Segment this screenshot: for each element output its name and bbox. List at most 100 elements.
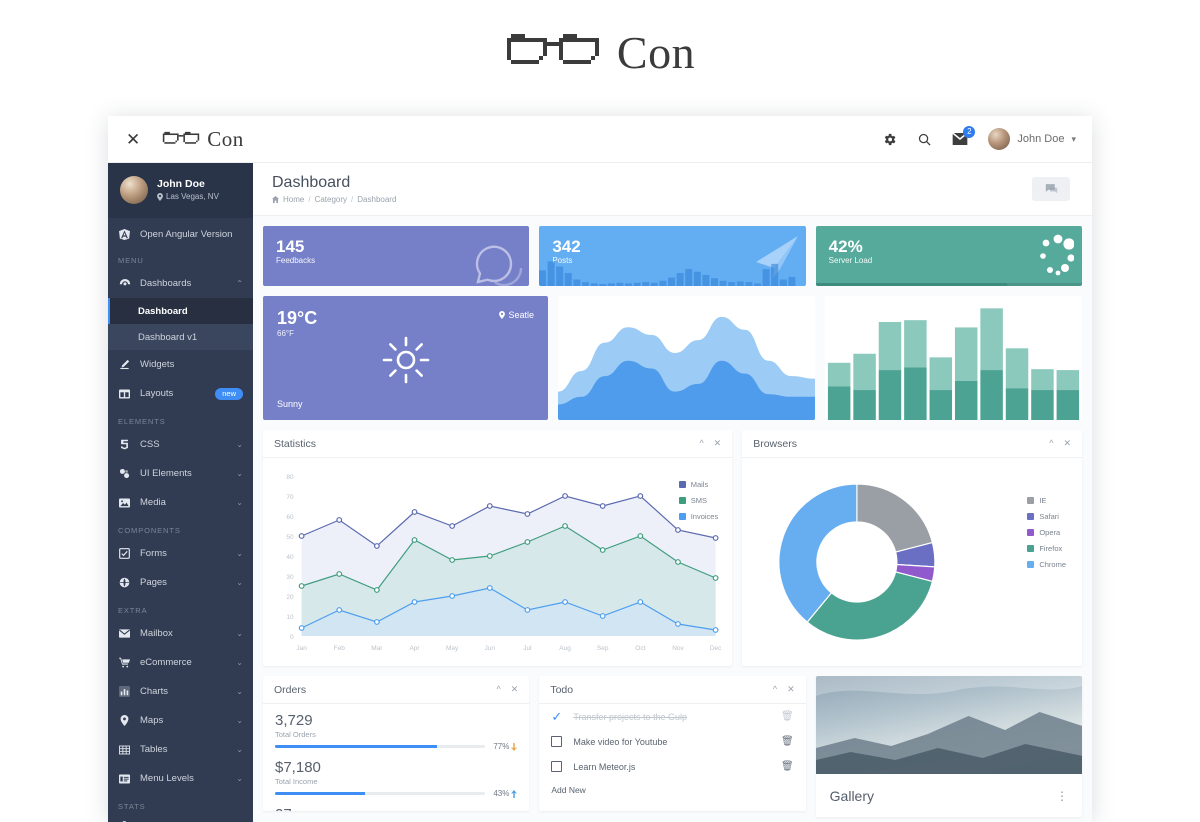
add-new-todo-button[interactable]: Add New	[539, 779, 805, 801]
map-pin-icon	[157, 193, 163, 201]
sidebar-item-ui-elements[interactable]: UI Elements ⌄	[108, 459, 253, 488]
sidebar-item-ecommerce[interactable]: eCommerce ⌄	[108, 648, 253, 677]
chevron-down-icon[interactable]: ⌄	[236, 549, 243, 558]
breadcrumb-current: Dashboard	[357, 195, 396, 204]
sidebar-item-media[interactable]: Media ⌄	[108, 488, 253, 517]
sidebar-item-css[interactable]: CSS ⌄	[108, 430, 253, 459]
svg-text:30: 30	[286, 574, 294, 581]
user-menu[interactable]: John Doe ▾	[988, 128, 1076, 150]
chevron-down-icon[interactable]: ⌄	[236, 745, 243, 754]
mailbox-icon	[118, 629, 131, 638]
gear-icon[interactable]	[882, 132, 897, 147]
chevron-down-icon[interactable]: ⌄	[236, 578, 243, 587]
trash-icon[interactable]: 🗑	[781, 736, 794, 747]
sidebar-item-label: Pages	[140, 577, 227, 588]
orders-progress-line: 43%	[275, 789, 517, 798]
checkbox-icon[interactable]	[551, 761, 562, 772]
svg-text:Nov: Nov	[672, 645, 684, 652]
page-brand: Con	[0, 0, 1200, 104]
close-icon[interactable]: ✕	[1063, 438, 1071, 449]
sidebar-item-pages[interactable]: Pages ⌄	[108, 568, 253, 597]
chevron-down-icon[interactable]: ⌄	[236, 716, 243, 725]
trash-icon[interactable]: 🗑	[781, 711, 794, 722]
chevron-down-icon[interactable]: ⌄	[236, 774, 243, 783]
pixel-glasses-icon	[162, 131, 200, 147]
breadcrumb-category[interactable]: Category	[315, 195, 347, 204]
weather-temp-c: 19°C	[277, 308, 534, 329]
sidebar-item-widgets[interactable]: Widgets	[108, 350, 253, 379]
legend-label: Safari	[1039, 512, 1059, 521]
legend-item: IE	[1027, 496, 1066, 505]
sidebar-item-dashboard-v1[interactable]: Dashboard v1	[108, 324, 253, 350]
angular-icon	[118, 229, 131, 240]
chat-button[interactable]	[1032, 177, 1070, 201]
trash-icon[interactable]: 🗑	[781, 761, 794, 772]
close-icon[interactable]: ✕	[787, 684, 795, 695]
sidebar-user[interactable]: John Doe Las Vegas, NV	[108, 163, 253, 218]
breadcrumb-home[interactable]: Home	[283, 195, 304, 204]
stat-card-posts[interactable]: 342 Posts	[539, 226, 805, 286]
chevron-up-icon[interactable]: ⌃	[236, 279, 243, 288]
todo-label: Transfer projects to the Gulp	[573, 712, 770, 722]
orders-progress-track	[275, 745, 485, 748]
legend-swatch	[1027, 529, 1034, 536]
sidebar-item-mailbox[interactable]: Mailbox ⌄	[108, 619, 253, 648]
weather-card[interactable]: 19°C 66°F Seatle Sunny	[263, 296, 548, 420]
checkbox-checked-icon[interactable]: ✓	[551, 711, 562, 722]
sidebar-item-dashboards[interactable]: Dashboards ⌃	[108, 269, 253, 298]
legend-swatch	[1027, 513, 1034, 520]
svg-text:Jun: Jun	[485, 645, 496, 652]
dot-spinner-icon	[1018, 230, 1074, 278]
pixel-glasses-icon	[505, 32, 601, 72]
sidebar-item-open-angular[interactable]: Open Angular Version	[108, 218, 253, 247]
todo-label: Make video for Youtube	[573, 737, 770, 747]
avatar	[120, 176, 148, 204]
arrow-up-icon	[511, 790, 517, 798]
sidebar-item-charts[interactable]: Charts ⌄	[108, 677, 253, 706]
chevron-down-icon[interactable]: ▾	[1071, 134, 1076, 145]
chevron-up-icon[interactable]: ^	[1049, 438, 1053, 449]
chevron-up-icon[interactable]: ^	[699, 438, 703, 449]
browsers-chart-body: IESafariOperaFirefoxChrome	[742, 458, 1082, 666]
chevron-down-icon[interactable]: ⌄	[236, 658, 243, 667]
close-icon[interactable]: ✕	[126, 131, 140, 148]
todo-item[interactable]: Make video for Youtube 🗑	[539, 729, 805, 754]
chevron-down-icon[interactable]: ⌄	[236, 687, 243, 696]
chevron-down-icon[interactable]: ⌄	[236, 440, 243, 449]
chevron-down-icon[interactable]: ⌄	[236, 469, 243, 478]
sidebar-item-label: Menu Levels	[140, 773, 227, 784]
mail-icon[interactable]: 2	[952, 132, 968, 146]
legend-item: SMS	[679, 496, 719, 505]
charts-icon	[118, 686, 131, 697]
todo-item[interactable]: Learn Meteor.js 🗑	[539, 754, 805, 779]
sidebar-item-dashboard[interactable]: Dashboard	[108, 298, 253, 324]
dots-vertical-icon[interactable]: ⋮	[1056, 794, 1068, 798]
stat-card-feedbacks[interactable]: 145 Feedbacks	[263, 226, 529, 286]
page-title: Dashboard	[272, 174, 396, 192]
sidebar-item-tables[interactable]: Tables ⌄	[108, 735, 253, 764]
sidebar-item-menu-levels[interactable]: Menu Levels ⌄	[108, 764, 253, 793]
chevron-up-icon[interactable]: ^	[497, 684, 501, 695]
legend-item: Mails	[679, 480, 719, 489]
sidebar-item-label: Open Angular Version	[140, 229, 243, 240]
close-icon[interactable]: ✕	[714, 438, 722, 449]
breadcrumb: Home / Category / Dashboard	[272, 195, 396, 204]
sidebar-item-label: Charts	[140, 686, 227, 697]
orders-value: 27	[275, 806, 517, 811]
todo-item[interactable]: ✓ Transfer projects to the Gulp 🗑	[539, 704, 805, 729]
sidebar-item-forms[interactable]: Forms ⌄	[108, 539, 253, 568]
chevron-down-icon[interactable]: ⌄	[236, 498, 243, 507]
close-icon[interactable]: ✕	[511, 684, 519, 695]
checkbox-icon[interactable]	[551, 736, 562, 747]
topbar-brand[interactable]: Con	[162, 127, 244, 152]
weather-icon-wrap	[263, 336, 548, 384]
stat-card-row: 145 Feedbacks 342 Posts	[263, 226, 1082, 286]
forms-icon	[118, 548, 131, 559]
stat-card-server-load[interactable]: 42% Server Load	[816, 226, 1082, 286]
search-icon[interactable]	[917, 132, 932, 147]
chevron-up-icon[interactable]: ^	[773, 684, 777, 695]
sidebar-item-layouts[interactable]: Layouts new	[108, 379, 253, 408]
chevron-down-icon[interactable]: ⌄	[236, 629, 243, 638]
sidebar-item-maps[interactable]: Maps ⌄	[108, 706, 253, 735]
orders-progress-line: 77%	[275, 742, 517, 751]
